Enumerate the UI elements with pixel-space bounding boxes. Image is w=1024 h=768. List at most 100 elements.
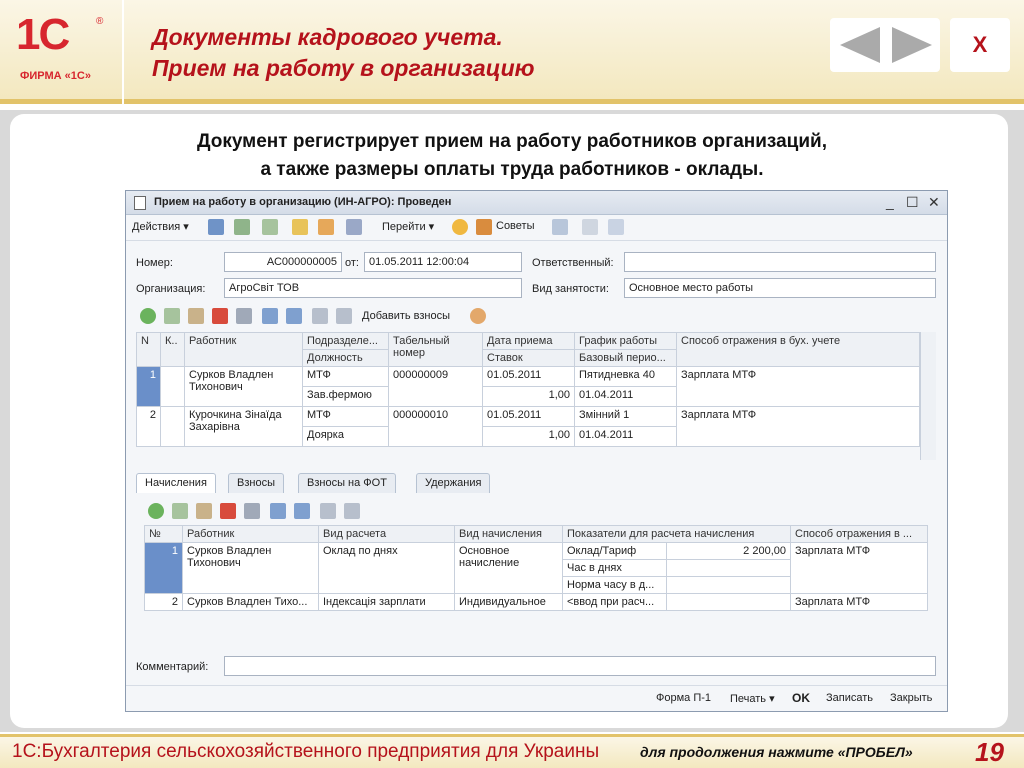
row-accrual-kind: Индивидуальное	[454, 593, 563, 611]
table-row[interactable]: 1 Сурков Владлен Тихонович Оклад по днях…	[144, 542, 928, 594]
fill-icon[interactable]	[346, 219, 362, 235]
preview-icon[interactable]	[552, 219, 568, 235]
product-name: 1С:Бухгалтерия сельскохозяйственного пре…	[12, 741, 600, 762]
sort-desc-accrual-icon[interactable]	[344, 503, 360, 519]
refresh-icon[interactable]	[262, 219, 278, 235]
person-icon[interactable]	[470, 308, 486, 324]
tab-contributions[interactable]: Взносы	[228, 473, 284, 493]
end-edit-accrual-icon[interactable]	[244, 503, 260, 519]
minimize-button[interactable]: _	[886, 194, 894, 210]
close-button[interactable]: Закрыть	[890, 692, 932, 704]
structure-icon[interactable]	[582, 219, 598, 235]
date-field[interactable]: 01.05.2011 12:00:04	[364, 252, 522, 272]
prev-slide-icon[interactable]	[840, 27, 880, 63]
row-method: Зарплата МТФ	[790, 593, 928, 611]
row-worker: Сурков Владлен Тихонович	[184, 366, 303, 407]
table1-scrollbar[interactable]	[920, 332, 936, 460]
responsible-field[interactable]	[624, 252, 936, 272]
row-number: 2	[136, 406, 161, 447]
tips-icon[interactable]	[476, 219, 492, 235]
actions-menu[interactable]: Действия ▾	[132, 220, 189, 233]
row-dept: МТФ	[302, 366, 389, 387]
row-period: 01.04.2011	[574, 386, 677, 407]
sort-asc-accrual-icon[interactable]	[320, 503, 336, 519]
slide-title-line1: Документы кадрового учета.	[152, 24, 503, 50]
comment-field[interactable]	[224, 656, 936, 676]
next-slide-icon[interactable]	[892, 27, 932, 63]
col-n: N	[136, 332, 161, 367]
ok-button[interactable]: OK	[792, 691, 810, 705]
continue-hint: для продолжения нажмите «ПРОБЕЛ»	[640, 744, 913, 760]
logo-subtitle: ФИРМА «1С»	[20, 70, 91, 82]
goto-menu[interactable]: Перейти ▾	[382, 220, 434, 233]
sort-desc-icon[interactable]	[336, 308, 352, 324]
delete-row-icon[interactable]	[212, 308, 228, 324]
end-edit-icon[interactable]	[236, 308, 252, 324]
maximize-button[interactable]: ☐	[906, 194, 919, 211]
row-accrual-kind: Основное начисление	[454, 542, 563, 594]
table-row[interactable]: 2 Курочкина Зінаїда Захарівна МТФ 000000…	[136, 406, 920, 447]
col-position: Должность	[302, 349, 389, 367]
tips-button[interactable]: Советы	[496, 220, 534, 232]
row-indicator-value	[666, 559, 791, 577]
row-date: 01.05.2011	[482, 406, 575, 427]
delete-accrual-icon[interactable]	[220, 503, 236, 519]
row-number: 2	[144, 593, 183, 611]
table-row[interactable]: 1 Сурков Владлен Тихонович МТФ 000000009…	[136, 366, 920, 407]
move-down-icon[interactable]	[286, 308, 302, 324]
window-titlebar: Прием на работу в организацию (ИН-АГРО):…	[126, 191, 947, 215]
row-dept: МТФ	[302, 406, 389, 427]
col-n: №	[144, 525, 183, 543]
row-k	[160, 366, 185, 407]
row-worker: Курочкина Зінаїда Захарівна	[184, 406, 303, 447]
tab-payroll-contributions[interactable]: Взносы на ФОТ	[298, 473, 396, 493]
col-date: Дата приема	[482, 332, 575, 350]
col-indicators: Показатели для расчета начисления	[562, 525, 791, 543]
window-footer: Форма П-1 Печать ▾ OK Записать Закрыть	[126, 685, 947, 711]
col-worker: Работник	[184, 332, 303, 367]
tab-deductions[interactable]: Удержания	[416, 473, 491, 493]
number-field[interactable]: АС000000005	[224, 252, 342, 272]
col-method: Способ отражения в бух. учете	[676, 332, 920, 367]
form-p1-button[interactable]: Форма П-1	[656, 692, 711, 704]
header-divider	[122, 0, 124, 104]
move-up-icon[interactable]	[262, 308, 278, 324]
help-icon[interactable]	[452, 219, 468, 235]
row-worker: Сурков Владлен Тихо...	[182, 593, 319, 611]
row-method: Зарплата МТФ	[676, 406, 920, 447]
row-rate: 1,00	[482, 386, 575, 407]
list-icon[interactable]	[234, 219, 250, 235]
save-button[interactable]: Записать	[826, 692, 873, 704]
post-icon[interactable]	[208, 219, 224, 235]
organization-field[interactable]: АгроСвіт ТОВ	[224, 278, 522, 298]
row-method: Зарплата МТФ	[676, 366, 920, 407]
paste-icon[interactable]	[318, 219, 334, 235]
slide-header: 1С ® ФИРМА «1С» Документы кадрового учет…	[0, 0, 1024, 104]
edit-accrual-icon[interactable]	[196, 503, 212, 519]
print-button[interactable]: Печать ▾	[730, 692, 775, 705]
table-row[interactable]: 2 Сурков Владлен Тихо... Індексація зарп…	[144, 593, 928, 611]
row-indicator-value: 2 200,00	[666, 542, 791, 560]
sort-asc-icon[interactable]	[312, 308, 328, 324]
move-up-accrual-icon[interactable]	[270, 503, 286, 519]
accruals-table: № Работник Вид расчета Вид начисления По…	[144, 525, 928, 611]
debit-credit-icon[interactable]	[608, 219, 624, 235]
add-row-icon[interactable]	[140, 308, 156, 324]
row-worker: Сурков Владлен Тихонович	[182, 542, 319, 594]
copy-accrual-icon[interactable]	[172, 503, 188, 519]
employment-select[interactable]: Основное место работы	[624, 278, 936, 298]
row-position: Доярка	[302, 426, 389, 447]
slide-description: Документ регистрирует прием на работу ра…	[0, 128, 1024, 184]
close-slide-button[interactable]: X	[950, 18, 1010, 72]
move-down-accrual-icon[interactable]	[294, 503, 310, 519]
copy-row-icon[interactable]	[164, 308, 180, 324]
add-accrual-icon[interactable]	[148, 503, 164, 519]
window-close-button[interactable]: ✕	[928, 194, 940, 211]
document-window: Прием на работу в организацию (ИН-АГРО):…	[125, 190, 948, 712]
copy-icon[interactable]	[292, 219, 308, 235]
slide-title-line2: Прием на работу в организацию	[152, 55, 535, 81]
add-contributions-button[interactable]: Добавить взносы	[362, 310, 450, 322]
edit-row-icon[interactable]	[188, 308, 204, 324]
tab-accruals[interactable]: Начисления	[136, 473, 216, 493]
row-tab-no: 000000010	[388, 406, 483, 447]
